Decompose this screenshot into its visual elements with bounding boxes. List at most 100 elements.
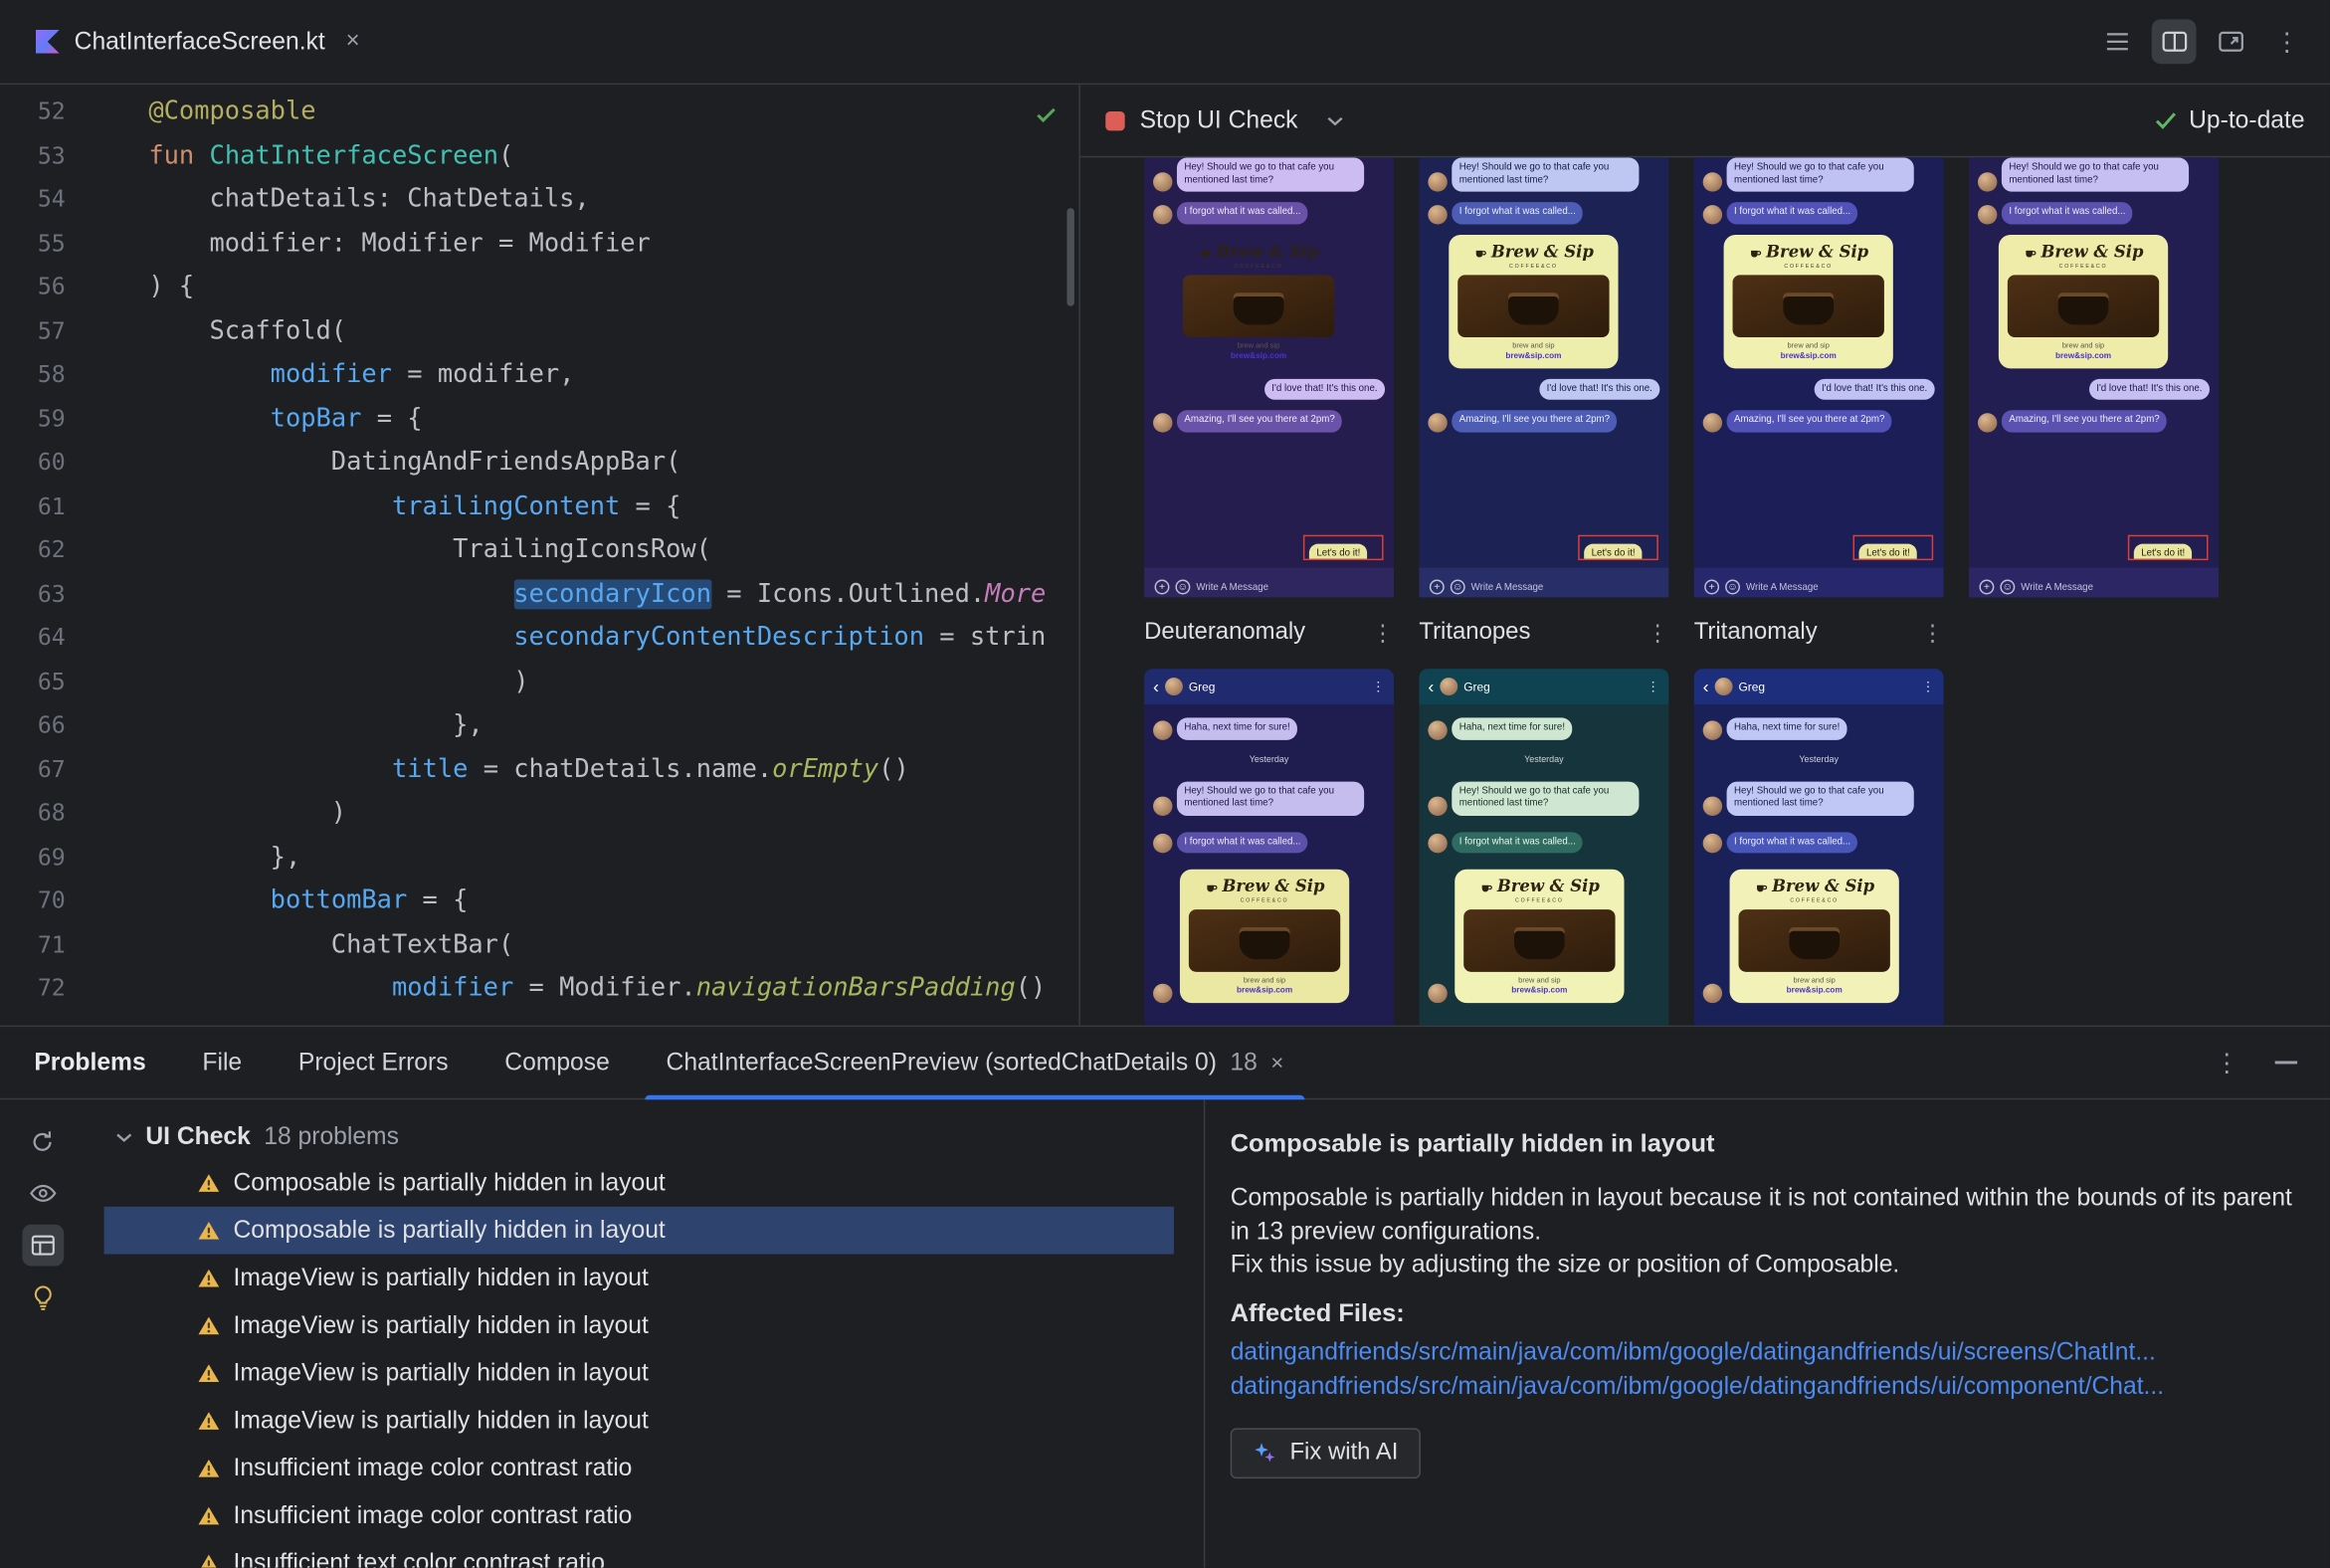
code-line[interactable]: ChatTextBar( (148, 923, 1078, 967)
code-line[interactable]: bottomBar = { (148, 880, 1078, 923)
problem-item[interactable]: ImageView is partially hidden in layout (104, 1255, 1174, 1302)
kebab-menu-icon[interactable]: ⋮ (1921, 620, 1943, 646)
editor-tab[interactable]: ChatInterfaceScreen.kt × (21, 0, 375, 84)
code-line[interactable]: @Composable (148, 91, 1078, 134)
message-input-placeholder[interactable]: Write A Message (1196, 582, 1268, 592)
chevron-down-icon[interactable] (1327, 115, 1344, 125)
back-icon[interactable]: ‹ (1428, 678, 1434, 695)
ui-check-group-header[interactable]: UI Check 18 problems (85, 1114, 1204, 1159)
code-line[interactable]: ) (148, 792, 1078, 836)
code-line[interactable]: ) { (148, 266, 1078, 309)
stop-ui-check-button[interactable]: Stop UI Check (1140, 106, 1298, 134)
problem-item[interactable]: Composable is partially hidden in layout (103, 1206, 1174, 1255)
message-input-placeholder[interactable]: Write A Message (1471, 582, 1544, 592)
code-line[interactable]: DatingAndFriendsAppBar( (148, 442, 1078, 486)
more-options-icon[interactable]: ⋮ (2214, 1050, 2238, 1075)
chat-preview-phone[interactable]: Hey! Should we go to that cafe you menti… (1969, 157, 2219, 598)
tab-file[interactable]: File (174, 1027, 270, 1098)
emoji-icon[interactable]: ☺ (1450, 579, 1465, 595)
chat-card-row: Brew & Sip COFFEE&CO brew and sip brew&sip.… (1428, 869, 1659, 1004)
code-line[interactable]: }, (148, 704, 1078, 748)
problem-item[interactable]: Composable is partially hidden in layout (104, 1159, 1174, 1207)
problem-item[interactable]: ImageView is partially hidden in layout (104, 1349, 1174, 1397)
chat-header-name: Greg (1463, 680, 1490, 693)
code-line[interactable]: modifier = Modifier.navigationBarsPaddin… (148, 967, 1078, 1011)
line-number: 63 (37, 580, 66, 608)
coffee-card: Brew & Sip COFFEE&CO brew and sip brew&sip.… (1455, 869, 1625, 1004)
code-line[interactable]: ) (148, 661, 1078, 704)
back-icon[interactable]: ‹ (1703, 678, 1709, 695)
kebab-icon[interactable]: ⋮ (1921, 679, 1934, 694)
chat-preview-phone[interactable]: ‹ Greg ⋮ Haha, next time for sure! Yesterday… (1693, 669, 1944, 1026)
line-number: 61 (37, 492, 66, 520)
kebab-icon[interactable]: ⋮ (1647, 679, 1659, 694)
tab-problems[interactable]: Problems (6, 1027, 174, 1098)
details-view-icon[interactable] (21, 1224, 64, 1267)
more-options-icon[interactable]: ⋮ (2264, 19, 2309, 64)
coffee-card: Brew & Sip COFFEE&CO brew and sip brew&sip.… (1179, 869, 1350, 1004)
chat-preview-phone[interactable]: Hey! Should we go to that cafe you menti… (1144, 157, 1394, 598)
preview-label: Tritanopes (1419, 619, 1531, 646)
emoji-icon[interactable]: ☺ (1175, 579, 1191, 595)
emoji-icon[interactable]: ☺ (2000, 579, 2016, 595)
affected-file-link[interactable]: datingandfriends/src/main/java/com/ibm/g… (1231, 1335, 2294, 1369)
code-line[interactable]: trailingContent = { (148, 486, 1078, 529)
structure-view-icon[interactable] (2095, 19, 2140, 64)
tab-chatinterfacescreenpreview-sortedchatdetails-0-[interactable]: ChatInterfaceScreenPreview (sortedChatDe… (638, 1027, 1312, 1100)
add-icon[interactable]: + (1704, 579, 1720, 595)
code-line[interactable]: secondaryIcon = Icons.Outlined.More (148, 573, 1078, 617)
kebab-menu-icon[interactable]: ⋮ (1647, 620, 1668, 646)
tab-project-errors[interactable]: Project Errors (271, 1027, 477, 1098)
code-line[interactable]: fun ChatInterfaceScreen( (148, 134, 1078, 178)
affected-file-link[interactable]: datingandfriends/src/main/java/com/ibm/g… (1231, 1369, 2294, 1403)
chat-preview-phone[interactable]: Hey! Should we go to that cafe you menti… (1419, 157, 1669, 598)
kebab-icon[interactable]: ⋮ (1372, 679, 1385, 694)
lightbulb-icon[interactable] (22, 1276, 64, 1318)
chat-preview-phone[interactable]: ‹ Greg ⋮ Haha, next time for sure! Yesterday… (1144, 669, 1394, 1026)
emoji-icon[interactable]: ☺ (1725, 579, 1741, 595)
chat-preview-phone[interactable]: ‹ Greg ⋮ Haha, next time for sure! Yesterday… (1419, 669, 1669, 1026)
code-line[interactable]: chatDetails: ChatDetails, (148, 178, 1078, 222)
coffee-card: Brew & Sip COFFEE&CO brew and sip brew&sip.… (1723, 234, 1893, 368)
chat-message-row: Amazing, I'll see you there at 2pm? (1153, 410, 1385, 433)
inspections-ok-icon[interactable] (1036, 104, 1057, 131)
avatar (1702, 795, 1723, 816)
code-line[interactable]: secondaryContentDescription = strin (148, 617, 1078, 661)
preview-eye-icon[interactable] (22, 1172, 64, 1214)
code-line[interactable]: topBar = { (148, 398, 1078, 442)
problem-item[interactable]: ImageView is partially hidden in layout (104, 1397, 1174, 1445)
chat-messages: Haha, next time for sure! Yesterday Hey! S… (1694, 704, 1944, 1004)
problem-item[interactable]: Insufficient image color contrast ratio (104, 1492, 1174, 1540)
message-input-placeholder[interactable]: Write A Message (1746, 582, 1819, 592)
editor-scrollbar[interactable] (1067, 208, 1074, 306)
message-input-placeholder[interactable]: Write A Message (2021, 582, 2093, 592)
code-line[interactable]: title = chatDetails.name.orEmpty() (148, 748, 1078, 792)
code-line[interactable]: TrailingIconsRow( (148, 529, 1078, 573)
refresh-icon[interactable] (22, 1120, 64, 1162)
code-line[interactable]: Scaffold( (148, 309, 1078, 353)
problem-item[interactable]: Insufficient image color contrast ratio (104, 1445, 1174, 1492)
split-editor-icon[interactable] (2151, 19, 2197, 65)
code-editor[interactable]: 52 53 54 55 56 57 58 59 60 61 62 63 64 65 66 67 68 69 70 71… (0, 85, 1080, 1026)
minimize-icon[interactable] (2274, 1061, 2298, 1065)
add-icon[interactable]: + (1979, 579, 1995, 595)
code-line[interactable]: }, (148, 836, 1078, 880)
fix-with-ai-button[interactable]: Fix with AI (1230, 1427, 1421, 1478)
code-line[interactable]: modifier = modifier, (148, 353, 1078, 397)
coffee-url: brew&sip.com (2054, 351, 2112, 361)
code-area[interactable]: @Composable fun ChatInterfaceScreen( chat… (133, 85, 1078, 1025)
add-icon[interactable]: + (1429, 579, 1445, 595)
chat-bubble: Haha, next time for sure! (1452, 717, 1573, 740)
kebab-menu-icon[interactable]: ⋮ (1372, 620, 1394, 646)
chat-preview-phone[interactable]: Hey! Should we go to that cafe you menti… (1693, 157, 1944, 598)
code-line[interactable]: modifier: Modifier = Modifier (148, 222, 1078, 266)
device-preview-icon[interactable] (2208, 19, 2252, 64)
tab-compose[interactable]: Compose (477, 1027, 638, 1098)
tab-close-icon[interactable]: × (346, 28, 360, 55)
problem-item[interactable]: ImageView is partially hidden in layout (104, 1301, 1174, 1349)
problem-item[interactable]: Insufficient text color contrast ratio (104, 1539, 1174, 1568)
tab-close-icon[interactable]: × (1270, 1050, 1283, 1075)
back-icon[interactable]: ‹ (1153, 678, 1159, 695)
stop-icon[interactable] (1105, 110, 1125, 130)
add-icon[interactable]: + (1154, 579, 1170, 595)
